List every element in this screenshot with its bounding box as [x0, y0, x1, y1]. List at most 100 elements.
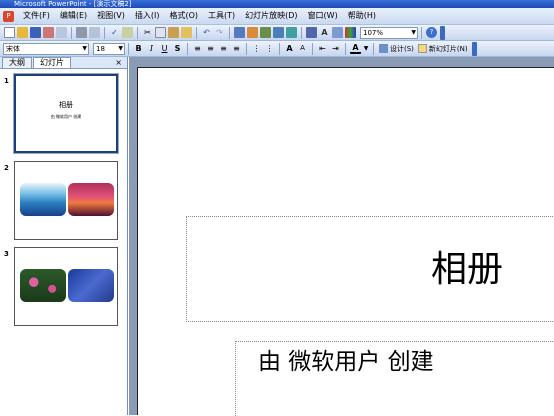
tab-slides[interactable]: 幻灯片 — [33, 57, 71, 68]
title-placeholder[interactable]: 相册 — [186, 216, 554, 322]
spelling-icon[interactable]: ✓ — [109, 27, 120, 38]
slide-number: 1 — [4, 77, 9, 85]
toolbar-options-icon[interactable] — [440, 25, 445, 40]
slide-subtitle[interactable]: 由 微软用户 创建 — [258, 348, 434, 376]
menu-tools[interactable]: 工具(T) — [203, 8, 240, 24]
toolbar-options-icon[interactable] — [471, 41, 477, 56]
font-color-icon[interactable]: A — [350, 43, 361, 54]
zoom-select[interactable]: 107% ▼ — [360, 26, 418, 39]
close-icon[interactable]: × — [115, 57, 122, 69]
chevron-down-icon: ▼ — [82, 44, 87, 52]
numbering-icon[interactable]: ⋮ — [251, 43, 262, 54]
slide-thumbnail-3[interactable] — [14, 247, 118, 326]
new-slide-icon — [417, 44, 427, 53]
separator — [187, 42, 188, 55]
increase-font-icon[interactable]: A — [284, 43, 295, 54]
separator — [246, 42, 247, 55]
insert-chart-icon[interactable] — [234, 27, 245, 38]
tables-borders-icon[interactable] — [260, 27, 271, 38]
current-slide: 相册 由 微软用户 创建 — [137, 67, 554, 416]
increase-indent-icon[interactable]: ⇥ — [330, 43, 341, 54]
design-label: 设计(S) — [390, 44, 414, 53]
insert-table-icon[interactable] — [247, 27, 258, 38]
chevron-down-icon[interactable]: ▼ — [363, 43, 369, 54]
chevron-down-icon: ▼ — [411, 28, 416, 36]
separator — [345, 42, 346, 55]
slide-thumbnail-2[interactable] — [14, 161, 118, 240]
format-painter-icon[interactable] — [181, 27, 192, 38]
decrease-indent-icon[interactable]: ⇤ — [317, 43, 328, 54]
slide-editing-area: 相册 由 微软用户 创建 — [129, 57, 554, 416]
menu-format[interactable]: 格式(O) — [164, 8, 203, 24]
underline-button[interactable]: U — [159, 43, 170, 54]
help-icon[interactable]: ? — [426, 27, 437, 38]
separator — [421, 26, 422, 39]
expand-all-icon[interactable] — [306, 27, 317, 38]
color-grayscale-icon[interactable] — [345, 27, 356, 38]
separator — [137, 26, 138, 39]
menu-help[interactable]: 帮助(H) — [343, 8, 381, 24]
sunset-photo — [68, 183, 114, 216]
font-size-select[interactable]: 18 ▼ — [93, 42, 125, 55]
design-icon — [379, 44, 388, 53]
menu-view[interactable]: 视图(V) — [92, 8, 130, 24]
slide-number: 2 — [4, 164, 9, 172]
undo-icon[interactable]: ↶ — [201, 27, 212, 38]
grid-icon[interactable] — [332, 27, 343, 38]
redo-icon[interactable]: ↷ — [214, 27, 225, 38]
permission-icon[interactable] — [43, 27, 54, 38]
separator — [128, 42, 129, 55]
bold-button[interactable]: B — [133, 43, 144, 54]
font-select[interactable]: 宋体 ▼ — [3, 42, 89, 55]
cut-icon[interactable]: ✂ — [142, 27, 153, 38]
copy-icon[interactable] — [155, 27, 166, 38]
formatting-toolbar: 宋体 ▼ 18 ▼ B I U S ≡ ≡ ≡ ≡ ⋮ ⋮ A A ⇤ ⇥ A ▼ … — [0, 41, 554, 57]
menu-file[interactable]: 文件(F) — [18, 8, 55, 24]
print-icon[interactable] — [76, 27, 87, 38]
font-size-value: 18 — [96, 44, 105, 53]
font-value: 宋体 — [6, 44, 20, 53]
menu-slideshow[interactable]: 幻灯片放映(D) — [240, 8, 302, 24]
paste-icon[interactable] — [168, 27, 179, 38]
standard-toolbar: ✓ ✂ ↶ ↷ A 107% ▼ ? — [0, 25, 554, 41]
justify-icon[interactable]: ≡ — [231, 43, 242, 54]
thumbnail-title: 相册 — [59, 101, 73, 109]
new-slide-label: 新幻灯片(N) — [428, 44, 468, 53]
insert-diagram-icon[interactable] — [286, 27, 297, 38]
slides-pane: 大纲 幻灯片 × 1 相册 由 微软用户 创建 2 3 — [0, 57, 128, 415]
research-icon[interactable] — [122, 27, 133, 38]
bullets-icon[interactable]: ⋮ — [264, 43, 275, 54]
menu-window[interactable]: 窗口(W) — [303, 8, 343, 24]
italic-button[interactable]: I — [146, 43, 157, 54]
align-left-icon[interactable]: ≡ — [192, 43, 203, 54]
design-button[interactable]: 设计(S) — [377, 44, 416, 54]
separator — [196, 26, 197, 39]
chevron-down-icon: ▼ — [118, 44, 123, 52]
align-right-icon[interactable]: ≡ — [218, 43, 229, 54]
separator — [312, 42, 313, 55]
new-slide-button[interactable]: 新幻灯片(N) — [416, 44, 470, 54]
slide-title[interactable]: 相册 — [187, 250, 554, 290]
subtitle-placeholder[interactable]: 由 微软用户 创建 — [235, 341, 554, 416]
separator — [279, 42, 280, 55]
menu-edit[interactable]: 编辑(E) — [55, 8, 92, 24]
title-bar: Microsoft PowerPoint - [演示文稿2] — [0, 0, 554, 8]
align-center-icon[interactable]: ≡ — [205, 43, 216, 54]
save-icon[interactable] — [30, 27, 41, 38]
winter-photo — [68, 269, 114, 302]
slide-thumbnail-1[interactable]: 相册 由 微软用户 创建 — [13, 73, 119, 154]
print-preview-icon[interactable] — [89, 27, 100, 38]
menu-insert[interactable]: 插入(I) — [130, 8, 165, 24]
pane-tabs: 大纲 幻灯片 × — [0, 57, 127, 69]
decrease-font-icon[interactable]: A — [297, 43, 308, 54]
shadow-button[interactable]: S — [172, 43, 183, 54]
show-formatting-icon[interactable]: A — [319, 27, 330, 38]
tab-outline[interactable]: 大纲 — [2, 57, 32, 68]
powerpoint-app-icon[interactable]: P — [3, 10, 14, 22]
insert-image-icon[interactable] — [273, 27, 284, 38]
new-icon[interactable] — [4, 27, 15, 38]
email-icon[interactable] — [56, 27, 67, 38]
slide-number: 3 — [4, 250, 9, 258]
open-icon[interactable] — [17, 27, 28, 38]
menu-bar: P 文件(F) 编辑(E) 视图(V) 插入(I) 格式(O) 工具(T) 幻灯… — [0, 8, 554, 25]
